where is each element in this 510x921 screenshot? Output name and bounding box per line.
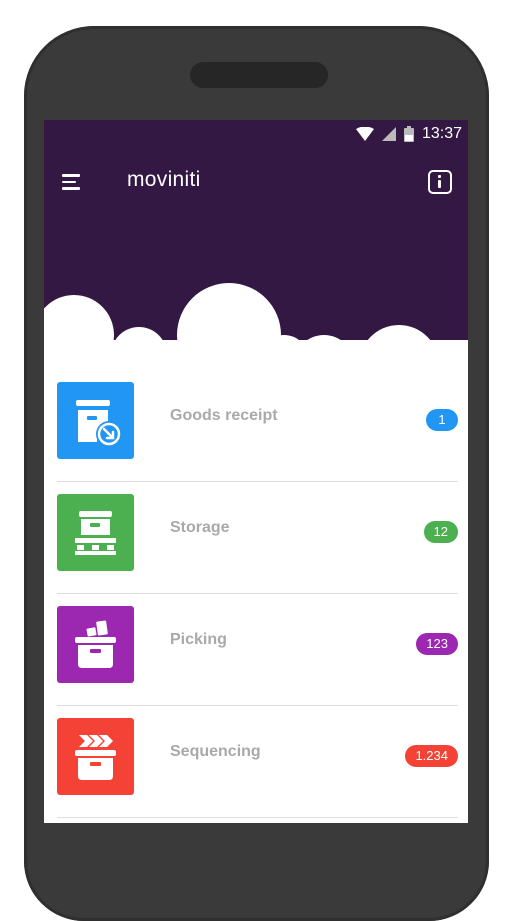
menu-item-label: Goods receipt [170,407,278,424]
count-badge: 1 [426,409,458,431]
menu-item-tile [57,718,134,795]
app-title: moviniti [127,168,201,191]
sequencing-icon [75,735,116,780]
info-icon[interactable] [428,170,452,194]
menu-item-storage[interactable]: Storage 12 [57,482,458,594]
menu-item-label: Picking [170,631,227,648]
battery-icon [403,126,414,142]
signal-icon [381,127,396,141]
hamburger-menu-icon[interactable] [62,170,86,194]
status-time: 13:37 [421,125,462,142]
menu-item-tile [57,382,134,459]
count-badge: 123 [416,633,458,655]
screen: 13:37 moviniti Goods receipt 1 Storage 1… [44,120,468,823]
menu-item-label: Storage [170,519,230,536]
menu-item-picking[interactable]: Picking 123 [57,594,458,706]
menu-item-sequencing[interactable]: Sequencing 1.234 [57,706,458,818]
menu-item-tile [57,606,134,683]
phone-frame: 13:37 moviniti Goods receipt 1 Storage 1… [24,26,489,921]
phone-speaker [190,62,328,88]
cloud-decoration [44,283,468,360]
menu-list: Goods receipt 1 Storage 12 Picking 123 S… [44,370,468,818]
menu-item-tile [57,494,134,571]
storage-pallet-icon [75,511,116,555]
status-bar: 13:37 [355,124,462,144]
count-badge: 12 [423,521,458,543]
app-bar: moviniti [44,162,468,202]
menu-item-label: Sequencing [170,743,261,760]
picking-box-icon [75,620,116,668]
goods-receipt-icon [76,400,122,447]
wifi-icon [355,127,374,141]
menu-item-goods-receipt[interactable]: Goods receipt 1 [57,370,458,482]
count-badge: 1.234 [405,745,458,767]
